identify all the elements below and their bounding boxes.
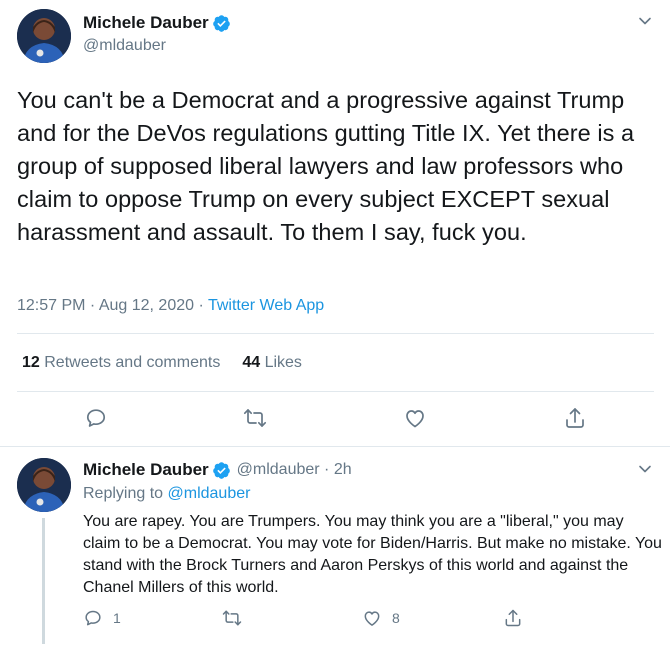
like-action[interactable]: 8 bbox=[362, 608, 400, 628]
likes-label: Likes bbox=[264, 354, 302, 371]
replying-to: Replying to @mldauber bbox=[83, 485, 250, 503]
reply-avatar[interactable] bbox=[17, 458, 71, 512]
main-tweet: Michele Dauber @mldauber You can't be a … bbox=[0, 0, 670, 446]
tweet-source-link[interactable]: Twitter Web App bbox=[208, 297, 324, 314]
retweet-icon[interactable] bbox=[243, 406, 267, 430]
verified-badge-icon bbox=[212, 14, 231, 33]
reply-icon[interactable] bbox=[84, 406, 108, 430]
tweet-meta: 12:57 PM · Aug 12, 2020 · Twitter Web Ap… bbox=[17, 297, 324, 315]
retweets-label: Retweets and comments bbox=[44, 354, 221, 371]
author-handle[interactable]: @mldauber bbox=[83, 37, 166, 55]
retweets-count: 12 bbox=[22, 354, 40, 371]
avatar[interactable] bbox=[17, 9, 71, 63]
tweet-text: You can't be a Democrat and a progressiv… bbox=[17, 87, 635, 245]
caret-down-icon[interactable] bbox=[638, 462, 652, 476]
retweet-action[interactable] bbox=[222, 608, 242, 628]
reply-text: You are rapey. You are Trumpers. You may… bbox=[83, 513, 662, 596]
share-icon[interactable] bbox=[563, 406, 587, 430]
verified-badge-icon bbox=[212, 461, 231, 480]
replying-to-label: Replying to bbox=[83, 485, 168, 502]
reply-action[interactable]: 1 bbox=[83, 608, 121, 628]
likes-count: 44 bbox=[242, 354, 261, 371]
share-icon bbox=[503, 608, 523, 628]
retweet-icon bbox=[222, 608, 242, 628]
share-action[interactable] bbox=[503, 608, 523, 628]
divider bbox=[0, 446, 670, 447]
replying-to-mention[interactable]: @mldauber bbox=[168, 485, 251, 502]
like-icon bbox=[362, 608, 382, 628]
like-count: 8 bbox=[392, 610, 400, 626]
retweets-stat[interactable]: 12 Retweets and comments bbox=[22, 354, 220, 372]
reply-handle-time[interactable]: @mldauber · 2h bbox=[237, 461, 352, 479]
thread-line bbox=[42, 518, 45, 644]
divider bbox=[17, 333, 654, 334]
author-name-row: Michele Dauber bbox=[83, 13, 231, 33]
reply-display-name[interactable]: Michele Dauber bbox=[83, 460, 209, 480]
reply-icon bbox=[83, 608, 103, 628]
engagement-stats: 12 Retweets and comments 44 Likes bbox=[22, 354, 302, 372]
reply-count: 1 bbox=[113, 610, 121, 626]
likes-stat[interactable]: 44 Likes bbox=[242, 354, 302, 372]
tweet-timestamp[interactable]: 12:57 PM · Aug 12, 2020 · bbox=[17, 297, 208, 314]
like-icon[interactable] bbox=[403, 406, 427, 430]
author-display-name[interactable]: Michele Dauber bbox=[83, 13, 209, 33]
caret-down-icon[interactable] bbox=[638, 14, 652, 28]
reply-author-row: Michele Dauber @mldauber · 2h bbox=[83, 460, 352, 480]
divider bbox=[17, 391, 654, 392]
